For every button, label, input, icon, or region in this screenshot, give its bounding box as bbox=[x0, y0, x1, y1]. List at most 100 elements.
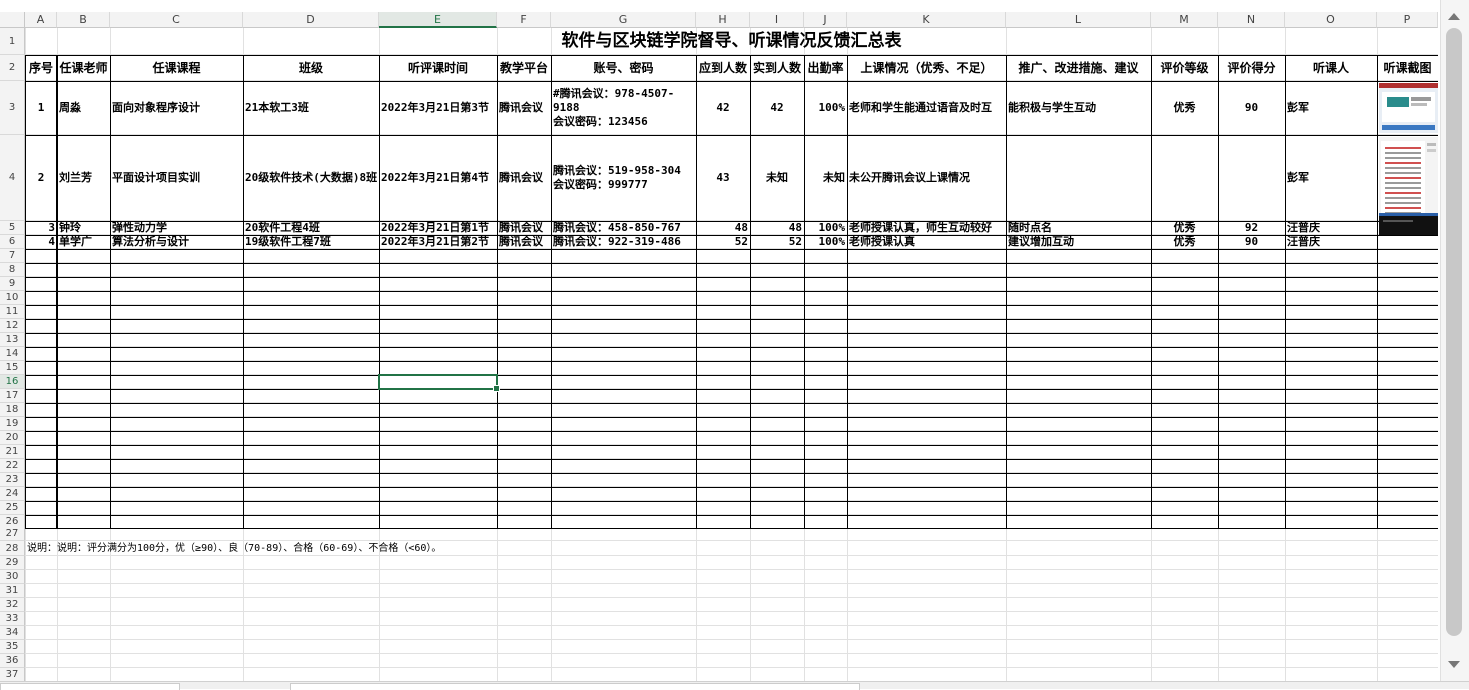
table-border-horizontal bbox=[25, 291, 1438, 292]
row-header-12[interactable]: 12 bbox=[0, 319, 25, 333]
row-header-28[interactable]: 28 bbox=[0, 541, 25, 556]
row-header-18[interactable]: 18 bbox=[0, 403, 25, 417]
row-header-22[interactable]: 22 bbox=[0, 459, 25, 473]
column-header-j[interactable]: J bbox=[804, 12, 847, 28]
cell-grade bbox=[1151, 135, 1218, 221]
row-header-35[interactable]: 35 bbox=[0, 640, 25, 654]
cell-time: 2022年3月21日第1节 bbox=[381, 221, 489, 234]
header-cell: 教学平台 bbox=[499, 61, 548, 75]
vertical-scrollbar[interactable] bbox=[1440, 0, 1469, 681]
screenshot-thumbnail[interactable] bbox=[1379, 83, 1438, 133]
row-header-1[interactable]: 1 bbox=[0, 28, 25, 55]
column-header-c[interactable]: C bbox=[110, 12, 243, 28]
table-border-horizontal bbox=[25, 361, 1438, 362]
column-header-m[interactable]: M bbox=[1151, 12, 1218, 28]
spreadsheet-grid[interactable]: A B C D E F G H I J K L M N O P 1 2 3 4 5 6 7 8 9 10 11 12 13 14 15 16 1… bbox=[0, 0, 1438, 681]
screenshot-thumbnail[interactable] bbox=[1379, 213, 1438, 235]
column-header-h[interactable]: H bbox=[696, 12, 750, 28]
gridline-horizontal bbox=[25, 597, 1438, 598]
cell-score bbox=[1218, 135, 1285, 221]
row-header-4[interactable]: 4 bbox=[0, 135, 25, 221]
column-header-f[interactable]: F bbox=[497, 12, 551, 28]
fill-handle[interactable] bbox=[493, 385, 500, 392]
column-header-o[interactable]: O bbox=[1285, 12, 1377, 28]
row-header-15[interactable]: 15 bbox=[0, 361, 25, 375]
column-header-k[interactable]: K bbox=[847, 12, 1006, 28]
column-header-e[interactable]: E bbox=[379, 12, 497, 28]
cell-grade: 优秀 bbox=[1173, 235, 1196, 248]
column-header-g[interactable]: G bbox=[551, 12, 696, 28]
gridline-horizontal bbox=[25, 667, 1438, 668]
table-border-horizontal bbox=[25, 347, 1438, 348]
row-header-6[interactable]: 6 bbox=[0, 235, 25, 249]
account-line: 会议密码：123456 bbox=[553, 115, 648, 128]
screenshot-thumbnail[interactable] bbox=[1379, 137, 1438, 219]
column-header-l[interactable]: L bbox=[1006, 12, 1151, 28]
column-header-d[interactable]: D bbox=[243, 12, 379, 28]
cell-cls: 20级软件技术(大数据)8班 bbox=[245, 171, 378, 184]
table-border-horizontal bbox=[25, 473, 1438, 474]
column-header-n[interactable]: N bbox=[1218, 12, 1285, 28]
table-border-horizontal bbox=[25, 375, 1438, 376]
cell-situation: 老师授课认真，师生互动较好 bbox=[849, 221, 992, 234]
table-border-horizontal bbox=[25, 417, 1438, 418]
row-header-8[interactable]: 8 bbox=[0, 263, 25, 277]
gridline-horizontal bbox=[25, 540, 1438, 541]
row-header-16[interactable]: 16 bbox=[0, 375, 25, 389]
table-border-horizontal bbox=[25, 389, 1438, 390]
cell-rate: 100% bbox=[818, 235, 846, 248]
gridline-horizontal bbox=[25, 653, 1438, 654]
column-header-i[interactable]: I bbox=[750, 12, 804, 28]
row-header-32[interactable]: 32 bbox=[0, 598, 25, 612]
row-header-19[interactable]: 19 bbox=[0, 417, 25, 431]
row-header-37[interactable]: 37 bbox=[0, 668, 25, 681]
cell-cls: 19级软件工程7班 bbox=[245, 235, 331, 248]
select-all-corner[interactable] bbox=[0, 12, 25, 28]
header-cell: 应到人数 bbox=[698, 61, 747, 75]
row-header-25[interactable]: 25 bbox=[0, 501, 25, 515]
row-header-30[interactable]: 30 bbox=[0, 570, 25, 584]
row-header-2[interactable]: 2 bbox=[0, 55, 25, 81]
row-header-9[interactable]: 9 bbox=[0, 277, 25, 291]
row-header-21[interactable]: 21 bbox=[0, 445, 25, 459]
selected-cell-e16[interactable] bbox=[378, 374, 500, 392]
scroll-down-icon[interactable] bbox=[1448, 661, 1460, 668]
cell-platform: 腾讯会议 bbox=[499, 171, 543, 184]
table-border-horizontal bbox=[25, 459, 1438, 460]
row-header-10[interactable]: 10 bbox=[0, 291, 25, 305]
row-header-7[interactable]: 7 bbox=[0, 249, 25, 263]
row-header-5[interactable]: 5 bbox=[0, 221, 25, 235]
cell-situation: 老师和学生能通过语音及时互 bbox=[849, 101, 992, 114]
row-header-14[interactable]: 14 bbox=[0, 347, 25, 361]
table-border-horizontal bbox=[25, 403, 1438, 404]
cell-actual: 48 bbox=[788, 221, 802, 234]
cell-no: 4 bbox=[48, 235, 55, 248]
column-header-a[interactable]: A bbox=[25, 12, 57, 28]
cell-expected: 48 bbox=[734, 221, 748, 234]
cell-observer: 彭军 bbox=[1287, 101, 1309, 114]
gridline-horizontal bbox=[25, 569, 1438, 570]
cell-no: 3 bbox=[48, 221, 55, 234]
row-header-36[interactable]: 36 bbox=[0, 654, 25, 668]
account-cell: 腾讯会议：922-319-486 bbox=[551, 235, 696, 249]
row-header-3[interactable]: 3 bbox=[0, 81, 25, 135]
row-header-29[interactable]: 29 bbox=[0, 556, 25, 570]
row-header-34[interactable]: 34 bbox=[0, 626, 25, 640]
header-cell: 任课老师 bbox=[59, 61, 108, 75]
row-header-13[interactable]: 13 bbox=[0, 333, 25, 347]
row-header-27[interactable]: 27 bbox=[0, 527, 25, 541]
row-header-23[interactable]: 23 bbox=[0, 473, 25, 487]
column-header-p[interactable]: P bbox=[1377, 12, 1438, 28]
column-header-b[interactable]: B bbox=[57, 12, 110, 28]
cell-rate: 100% bbox=[818, 221, 846, 234]
row-header-11[interactable]: 11 bbox=[0, 305, 25, 319]
row-header-31[interactable]: 31 bbox=[0, 584, 25, 598]
row-header-20[interactable]: 20 bbox=[0, 431, 25, 445]
scrollbar-thumb[interactable] bbox=[1446, 28, 1462, 636]
row-header-24[interactable]: 24 bbox=[0, 487, 25, 501]
header-cell: 实到人数 bbox=[752, 61, 801, 75]
scroll-up-icon[interactable] bbox=[1448, 13, 1460, 20]
row-header-33[interactable]: 33 bbox=[0, 612, 25, 626]
row-header-17[interactable]: 17 bbox=[0, 389, 25, 403]
cell-rate: 100% bbox=[818, 101, 846, 114]
